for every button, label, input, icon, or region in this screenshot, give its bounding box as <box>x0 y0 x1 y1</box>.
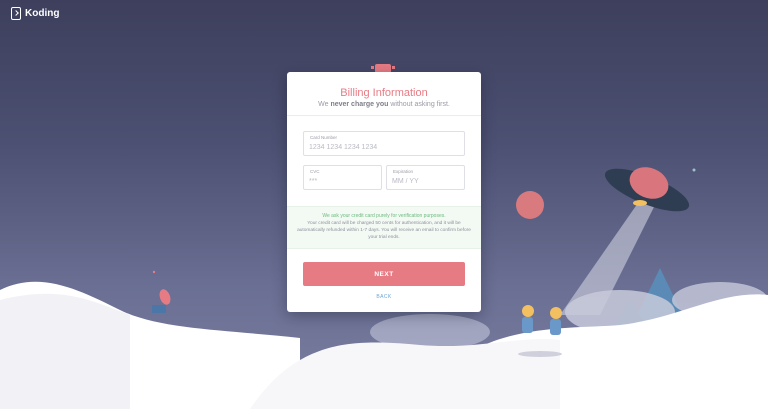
subtitle-pre: We <box>318 101 331 108</box>
page-subtitle: We never charge you without asking first… <box>287 101 481 108</box>
card-number-field[interactable]: Card Number <box>303 131 465 156</box>
expiration-label: Expiration <box>393 169 414 174</box>
cvc-field[interactable]: CVC <box>303 165 382 190</box>
satellite-dish-icon <box>152 289 171 313</box>
brand-name: Koding <box>25 8 60 19</box>
cvc-label: CVC <box>310 169 320 174</box>
koding-logo[interactable]: Koding <box>11 7 59 20</box>
expiration-field[interactable]: Expiration <box>386 165 465 190</box>
koding-logo-icon <box>11 7 21 20</box>
back-link[interactable]: BACK <box>287 294 481 300</box>
next-button[interactable]: NEXT <box>303 262 465 286</box>
notice-line-2: Your credit card will be charged 50 cent… <box>297 221 471 240</box>
expiration-input[interactable] <box>392 178 459 185</box>
billing-header: Billing Information We never charge you … <box>287 72 481 116</box>
subtitle-bold: never charge you <box>330 101 389 108</box>
card-number-label: Card Number <box>310 135 338 140</box>
subtitle-post: without asking first. <box>388 101 450 108</box>
notice-line-1: We ask your credit card purely for verif… <box>322 213 446 219</box>
cvc-input[interactable] <box>309 178 376 185</box>
billing-card: Billing Information We never charge you … <box>287 72 481 312</box>
planet-icon <box>516 191 544 219</box>
verification-notice: We ask your credit card purely for verif… <box>287 206 481 249</box>
card-number-input[interactable] <box>309 144 459 151</box>
page-title: Billing Information <box>340 87 428 99</box>
